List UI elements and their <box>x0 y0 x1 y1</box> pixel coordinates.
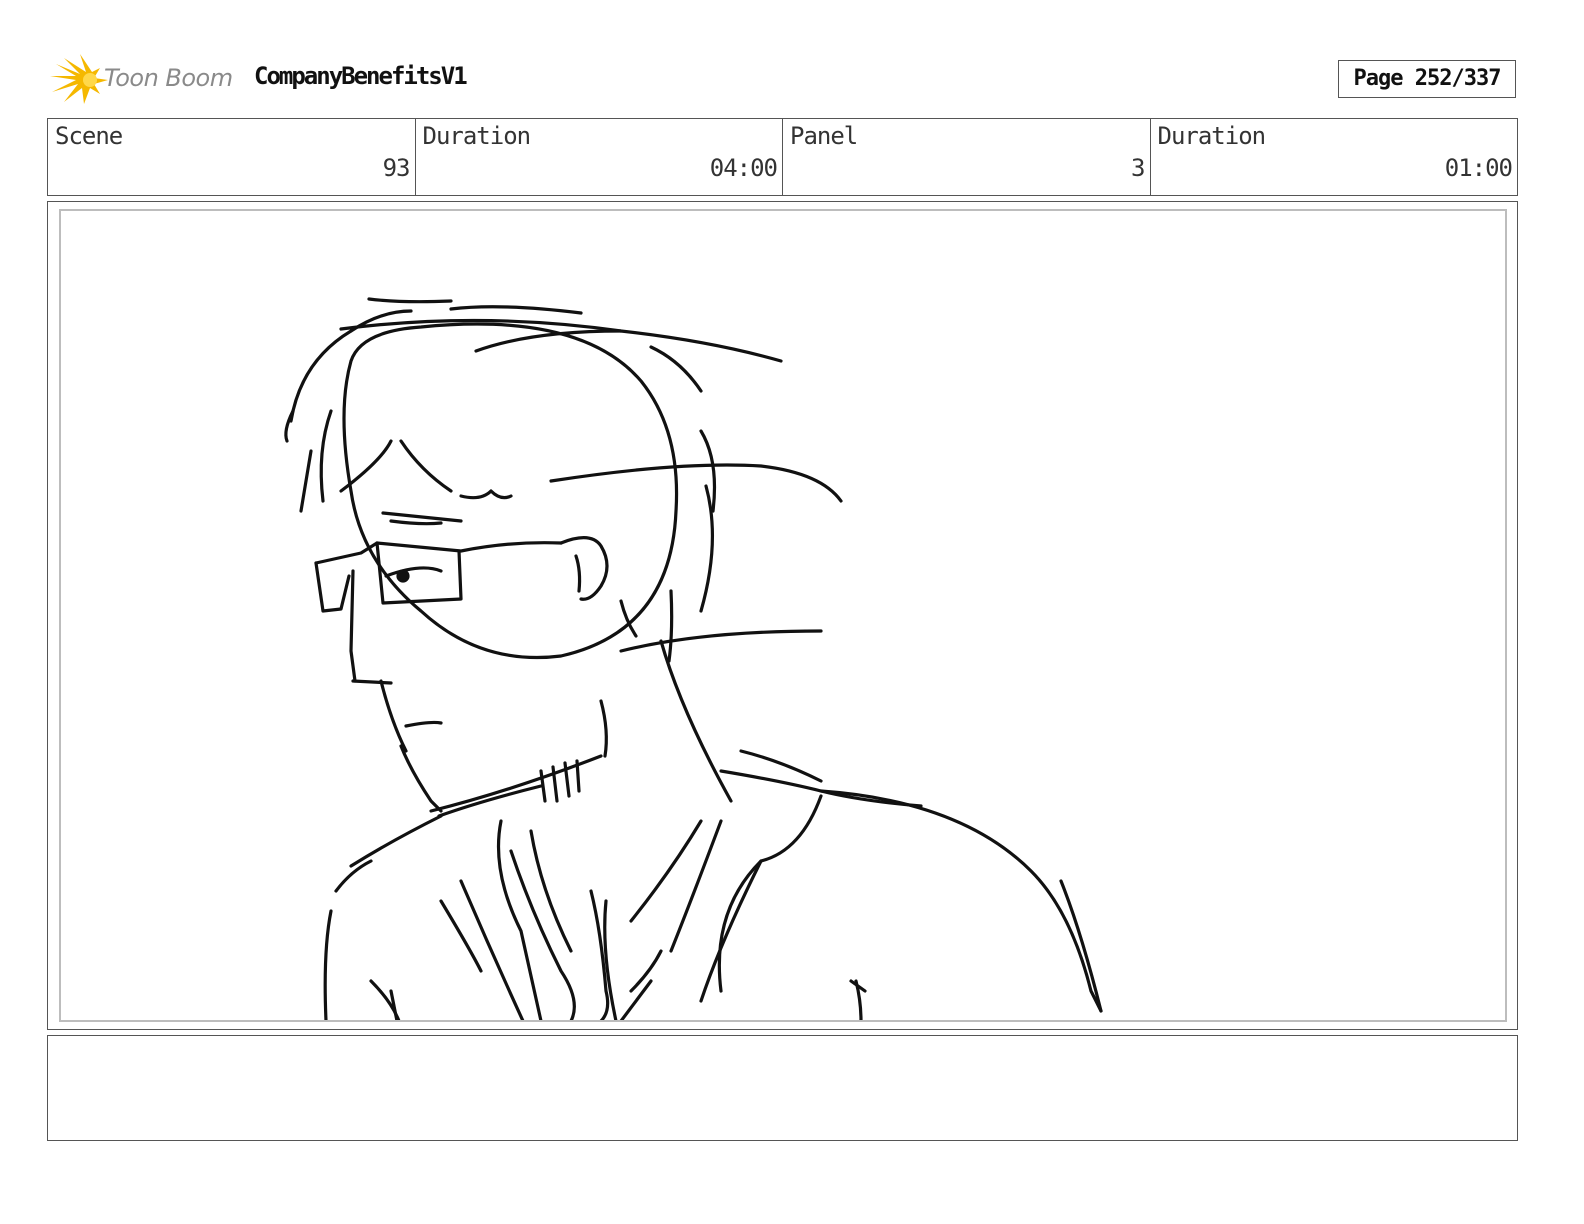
panel-duration-value: 01:00 <box>1444 154 1513 182</box>
scene-duration-cell: Duration 04:00 <box>416 119 783 195</box>
starburst-icon <box>50 54 108 104</box>
panel-notes <box>47 1035 1518 1141</box>
scene-cell: Scene 93 <box>48 119 416 195</box>
project-title: CompanyBenefitsV1 <box>254 62 468 90</box>
panel-cell: Panel 3 <box>783 119 1151 195</box>
panel-frame <box>47 201 1518 1030</box>
page-indicator: Page 252/337 <box>1338 60 1516 98</box>
scene-duration-label: Duration <box>422 122 532 150</box>
scene-info-table: Scene 93 Duration 04:00 Panel 3 Duration… <box>47 118 1518 196</box>
panel-label: Panel <box>790 122 858 150</box>
scene-value: 93 <box>382 154 411 182</box>
panel-image <box>59 209 1507 1022</box>
scene-duration-value: 04:00 <box>709 154 778 182</box>
panel-duration-label: Duration <box>1157 122 1267 150</box>
panel-duration-cell: Duration 01:00 <box>1151 119 1518 195</box>
panel-value: 3 <box>1131 154 1145 182</box>
logo-text: Toon Boom <box>104 64 233 92</box>
character-sketch <box>284 297 1103 1020</box>
scene-label: Scene <box>55 122 123 150</box>
